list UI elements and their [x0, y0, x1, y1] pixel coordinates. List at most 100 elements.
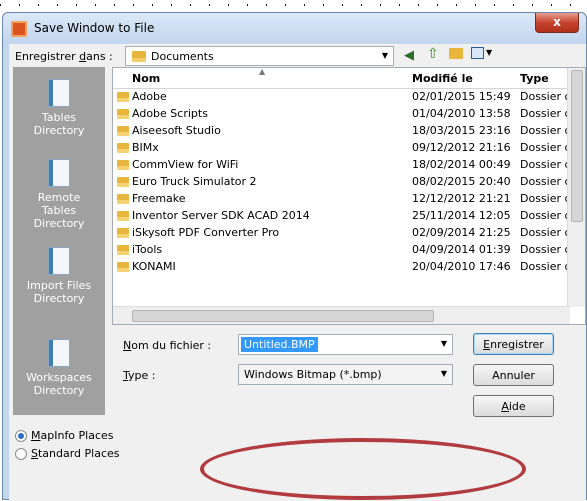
folder-icon: [117, 211, 129, 221]
file-row[interactable]: KONAMI 20/04/2010 17:46 Dossier d: [113, 259, 585, 276]
file-name: iSkysoft PDF Converter Pro: [132, 226, 280, 239]
file-row[interactable]: Adobe 02/01/2015 15:49 Dossier d: [113, 89, 585, 106]
file-name: iTools: [132, 243, 163, 256]
folder-icon: [117, 194, 129, 204]
file-row[interactable]: iTools 04/09/2014 01:39 Dossier d: [113, 242, 585, 259]
folder-icon: [117, 92, 129, 102]
help-button[interactable]: Aide: [473, 395, 554, 417]
folder-doc-icon: [48, 79, 70, 107]
place-label: Workspaces: [26, 371, 92, 384]
file-date: 02/09/2014 21:25: [412, 226, 511, 239]
view-dropdown-icon[interactable]: ▼: [486, 48, 492, 57]
file-row[interactable]: BIMx 09/12/2012 21:16 Dossier d: [113, 140, 585, 157]
place-import-files[interactable]: Import Files Directory: [13, 247, 105, 305]
horizontal-scrollbar[interactable]: [113, 306, 570, 324]
back-icon[interactable]: ◀: [404, 48, 414, 63]
file-type: Dossier d: [520, 158, 572, 171]
place-workspaces[interactable]: Workspaces Directory: [13, 339, 105, 397]
file-date: 01/04/2010 13:58: [412, 107, 511, 120]
file-row[interactable]: Euro Truck Simulator 2 08/02/2015 20:40 Do…: [113, 174, 585, 191]
list-header: Nom ▲ Modifié le Type: [113, 68, 585, 89]
title-bar: Save Window to File x: [3, 13, 586, 43]
save-button[interactable]: Enregistrer: [473, 333, 554, 355]
place-remote-tables[interactable]: Remote Tables Directory: [13, 159, 105, 230]
folder-doc-icon: [48, 339, 70, 367]
folder-icon: [117, 228, 129, 238]
dotted-guideline: [0, 0, 587, 12]
scroll-thumb[interactable]: [571, 70, 583, 222]
type-label: Type :: [123, 369, 156, 382]
file-row[interactable]: Inventor Server SDK ACAD 2014 25/11/2014 …: [113, 208, 585, 225]
file-name: Adobe: [132, 90, 167, 103]
file-row[interactable]: iSkysoft PDF Converter Pro 02/09/2014 21:…: [113, 225, 585, 242]
filetype-value: Windows Bitmap (*.bmp): [244, 368, 382, 381]
place-label: Directory: [33, 292, 85, 305]
filename-value: Untitled.BMP: [241, 337, 318, 352]
column-modified[interactable]: Modifié le: [412, 72, 473, 85]
app-icon: [11, 21, 27, 37]
folder-icon: [117, 143, 129, 153]
file-type: Dossier d: [520, 124, 572, 137]
chevron-down-icon: ▼: [440, 369, 447, 378]
window-title: Save Window to File: [34, 21, 155, 35]
file-name: BIMx: [132, 141, 159, 154]
mapinfo-places-label[interactable]: MapInfo Places: [31, 429, 114, 442]
dialog-body: Enregistrer dans : Documents ▼ ◀ ⇧ ▼ Tab…: [9, 44, 586, 501]
chevron-down-icon[interactable]: ▼: [441, 339, 447, 348]
place-label: Directory: [33, 217, 85, 230]
file-date: 09/12/2012 21:16: [412, 141, 511, 154]
new-folder-icon[interactable]: [449, 48, 463, 59]
file-type: Dossier d: [520, 107, 572, 120]
close-button[interactable]: x: [535, 13, 579, 33]
column-name[interactable]: Nom: [132, 72, 160, 85]
save-dialog: Save Window to File x Enregistrer dans :…: [2, 12, 587, 501]
vertical-scrollbar[interactable]: [567, 68, 585, 307]
file-row[interactable]: CommView for WiFi 18/02/2014 00:49 Dossier…: [113, 157, 585, 174]
file-type: Dossier d: [520, 141, 572, 154]
folder-icon: [132, 51, 146, 62]
folder-icon: [117, 245, 129, 255]
standard-places-label[interactable]: Standard Places: [31, 447, 120, 460]
file-date: 25/11/2014 12:05: [412, 209, 511, 222]
place-label: Tables: [41, 204, 77, 217]
file-type: Dossier d: [520, 243, 572, 256]
h-scroll-thumb[interactable]: [132, 310, 434, 322]
mapinfo-places-radio[interactable]: [15, 430, 27, 442]
cancel-button[interactable]: Annuler: [473, 364, 554, 386]
file-name: Aiseesoft Studio: [132, 124, 221, 137]
file-date: 18/03/2015 23:16: [412, 124, 511, 137]
file-type: Dossier d: [520, 175, 572, 188]
column-type[interactable]: Type: [520, 72, 549, 85]
up-folder-icon[interactable]: ⇧: [427, 46, 439, 62]
place-label: Import Files: [26, 279, 92, 292]
standard-places-radio[interactable]: [15, 448, 27, 460]
file-date: 18/02/2014 00:49: [412, 158, 511, 171]
filetype-select[interactable]: Windows Bitmap (*.bmp) ▼: [238, 364, 453, 385]
folder-icon: [117, 109, 129, 119]
file-name: Adobe Scripts: [132, 107, 208, 120]
sort-up-icon: ▲: [259, 67, 266, 76]
place-tables-directory[interactable]: Tables Directory: [13, 79, 105, 137]
file-date: 04/09/2014 01:39: [412, 243, 511, 256]
location-combo[interactable]: Documents ▼: [125, 46, 394, 66]
folder-icon: [117, 262, 129, 272]
place-label: Tables: [41, 111, 77, 124]
location-value: Documents: [151, 50, 214, 63]
file-date: 12/12/2012 21:21: [412, 192, 511, 205]
save-in-label: Enregistrer dans :: [15, 50, 113, 63]
folder-icon: [117, 126, 129, 136]
file-row[interactable]: Adobe Scripts 01/04/2010 13:58 Dossier d: [113, 106, 585, 123]
file-list[interactable]: Nom ▲ Modifié le Type Adobe 02/01/2015 15…: [112, 67, 586, 325]
filename-label: Nom du fichier :: [123, 339, 212, 352]
file-row[interactable]: Freemake 12/12/2012 21:21 Dossier d: [113, 191, 585, 208]
file-type: Dossier d: [520, 90, 572, 103]
file-type: Dossier d: [520, 209, 572, 222]
file-date: 02/01/2015 15:49: [412, 90, 511, 103]
file-row[interactable]: Aiseesoft Studio 18/03/2015 23:16 Dossier …: [113, 123, 585, 140]
folder-icon: [117, 160, 129, 170]
folder-doc-icon: [48, 247, 70, 275]
file-name: Euro Truck Simulator 2: [132, 175, 257, 188]
place-label: Remote: [37, 191, 81, 204]
filename-field[interactable]: Untitled.BMP ▼: [238, 334, 453, 355]
view-menu-icon[interactable]: [471, 47, 484, 59]
